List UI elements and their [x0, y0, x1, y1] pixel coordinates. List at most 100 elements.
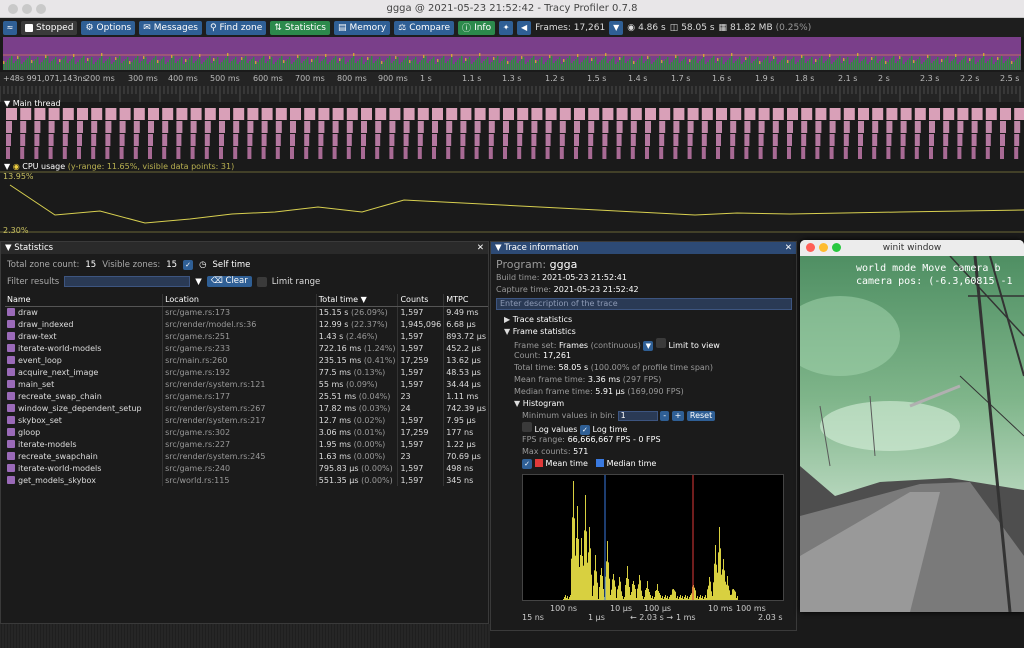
frame-bar — [21, 64, 23, 70]
close-window-button[interactable] — [8, 4, 18, 14]
trace-statistics-toggle[interactable]: ▶ Trace statistics — [496, 314, 791, 326]
main-thread-label[interactable]: ▼ Main thread — [4, 99, 61, 108]
frame-bar — [25, 60, 27, 70]
find-zone-button[interactable]: ⚲ Find zone — [205, 20, 267, 35]
minimize-window-button[interactable] — [819, 243, 828, 252]
min-bin-input[interactable]: 1 — [617, 410, 658, 421]
col-mtpc[interactable]: MTPC — [443, 294, 488, 307]
cell-name: main_set — [5, 378, 163, 390]
table-row[interactable]: get_models_skybox src/world.rs:115 551.35 … — [5, 474, 488, 486]
frame-bar — [303, 61, 305, 70]
frame-bar-slow — [269, 56, 271, 59]
histogram-bar — [603, 589, 604, 600]
zoom-window-button[interactable] — [36, 4, 46, 14]
frame-set-dropdown[interactable]: ▼ — [643, 341, 654, 351]
main-thread-zones[interactable] — [6, 108, 1024, 160]
histogram-bar — [687, 596, 688, 600]
frame-bar-slow — [731, 53, 733, 56]
tools-icon[interactable]: ✦ — [499, 20, 514, 35]
trace-information-header[interactable]: ▼ Trace information ✕ — [491, 242, 796, 254]
frame-bar — [333, 58, 335, 70]
caret-left-icon[interactable]: ◀ — [517, 20, 532, 35]
memory-button[interactable]: ▤ Memory — [334, 20, 391, 35]
winit-window[interactable]: winit window world mode Move camera b ca… — [800, 240, 1024, 612]
compare-button[interactable]: ⚖ Compare — [394, 20, 455, 35]
close-icon[interactable]: ✕ — [785, 242, 792, 254]
limit-to-view-checkbox[interactable] — [655, 338, 666, 348]
statistics-button[interactable]: ⇅ Statistics — [270, 20, 331, 35]
zone-block — [417, 147, 422, 159]
reset-button[interactable]: Reset — [686, 410, 716, 421]
table-row[interactable]: acquire_next_image src/game.rs:192 77.5 ms… — [5, 366, 488, 378]
messages-button[interactable]: ✉ Messages — [139, 20, 202, 35]
frame-graph[interactable] — [3, 37, 1021, 70]
minimize-window-button[interactable] — [22, 4, 32, 14]
increment-button[interactable]: + — [671, 410, 685, 421]
caret-down-icon[interactable]: ▼ — [609, 20, 624, 35]
zone-block — [332, 121, 339, 133]
table-row[interactable]: main_set src/render/system.rs:121 55 ms (0… — [5, 378, 488, 390]
table-row[interactable]: iterate-world-models src/game.rs:233 722.1… — [5, 342, 488, 354]
self-time-checkbox[interactable]: ✓ — [183, 260, 194, 270]
clear-button[interactable]: ⌫ Clear — [206, 276, 252, 287]
options-button[interactable]: ⚙ Options — [81, 20, 136, 35]
frame-bar — [585, 58, 587, 70]
zoom-window-button[interactable] — [832, 243, 841, 252]
frame-bar — [291, 64, 293, 70]
table-row[interactable]: iterate-models src/game.rs:227 1.95 ms (0.… — [5, 438, 488, 450]
frame-bar — [967, 63, 969, 70]
zone-block — [275, 147, 280, 159]
table-row[interactable]: gloop src/game.rs:302 3.06 ms (0.01%) 17,25… — [5, 426, 488, 438]
col-counts[interactable]: Counts — [397, 294, 444, 307]
frame-bar-slow — [157, 60, 159, 63]
decrement-button[interactable]: - — [660, 410, 670, 421]
frame-bar-slow — [31, 60, 33, 63]
table-row[interactable]: draw src/game.rs:173 15.15 s (26.09%) 1,597… — [5, 306, 488, 318]
table-row[interactable]: draw-text src/game.rs:251 1.43 s (2.46%) 1,… — [5, 330, 488, 342]
col-name[interactable]: Name — [5, 294, 163, 307]
cell-mtpc: 6.68 µs — [443, 318, 488, 330]
frame-bar — [763, 60, 765, 70]
table-row[interactable]: event_loop src/main.rs:260 235.15 ms (0.41… — [5, 354, 488, 366]
table-row[interactable]: recreate_swapchain src/render/system.rs:2… — [5, 450, 488, 462]
col-total-time[interactable]: Total time ▼ — [315, 294, 398, 307]
wifi-icon[interactable]: ≈ — [3, 20, 17, 35]
table-row[interactable]: skybox_set src/render/system.rs:217 12.7 m… — [5, 414, 488, 426]
frame-bar — [799, 60, 801, 70]
table-row[interactable]: recreate_swap_chain src/game.rs:177 25.51 … — [5, 390, 488, 402]
statistics-header[interactable]: ▼ Statistics ✕ — [1, 242, 488, 254]
frame-bar — [127, 57, 129, 70]
zone-block — [48, 108, 60, 120]
frame-bar — [809, 59, 811, 70]
cpu-usage-plot[interactable] — [0, 170, 1024, 238]
limit-range-checkbox[interactable] — [256, 276, 267, 287]
stopped-button[interactable]: Stopped — [21, 20, 78, 35]
frame-bar — [835, 60, 837, 70]
frame-statistics-toggle[interactable]: ▼ Frame statistics — [496, 326, 791, 338]
table-row[interactable]: window_size_dependent_setup src/render/sy… — [5, 402, 488, 414]
zone-block — [275, 121, 282, 133]
frame-bar — [987, 61, 989, 70]
log-values-checkbox[interactable] — [522, 422, 532, 432]
histogram-bar — [646, 588, 647, 600]
window-titlebar: ggga @ 2021-05-23 21:52:42 - Tracy Profi… — [0, 0, 1024, 18]
frame-bar — [69, 61, 71, 70]
histogram-bar — [618, 585, 619, 600]
frame-bar — [885, 64, 887, 70]
info-button[interactable]: ⓘ Info — [458, 20, 496, 35]
table-row[interactable]: iterate-world-models src/game.rs:240 795.8… — [5, 462, 488, 474]
close-icon[interactable]: ✕ — [477, 242, 484, 254]
show-mean-checkbox[interactable]: ✓ — [522, 459, 532, 469]
cpu-max-label: 13.95% — [3, 172, 34, 181]
col-location[interactable]: Location — [162, 294, 317, 307]
frame-time-histogram[interactable] — [522, 474, 784, 601]
frame-bar — [671, 62, 673, 70]
zone-block — [730, 134, 736, 146]
zone-block — [886, 147, 891, 159]
close-window-button[interactable] — [806, 243, 815, 252]
table-row[interactable]: draw_indexed src/render/model.rs:36 12.99 … — [5, 318, 488, 330]
trace-description-input[interactable]: Enter description of the trace — [496, 298, 792, 310]
filter-input[interactable] — [64, 276, 191, 287]
frame-bar — [523, 57, 525, 70]
histogram-toggle[interactable]: ▼ Histogram — [496, 398, 791, 410]
